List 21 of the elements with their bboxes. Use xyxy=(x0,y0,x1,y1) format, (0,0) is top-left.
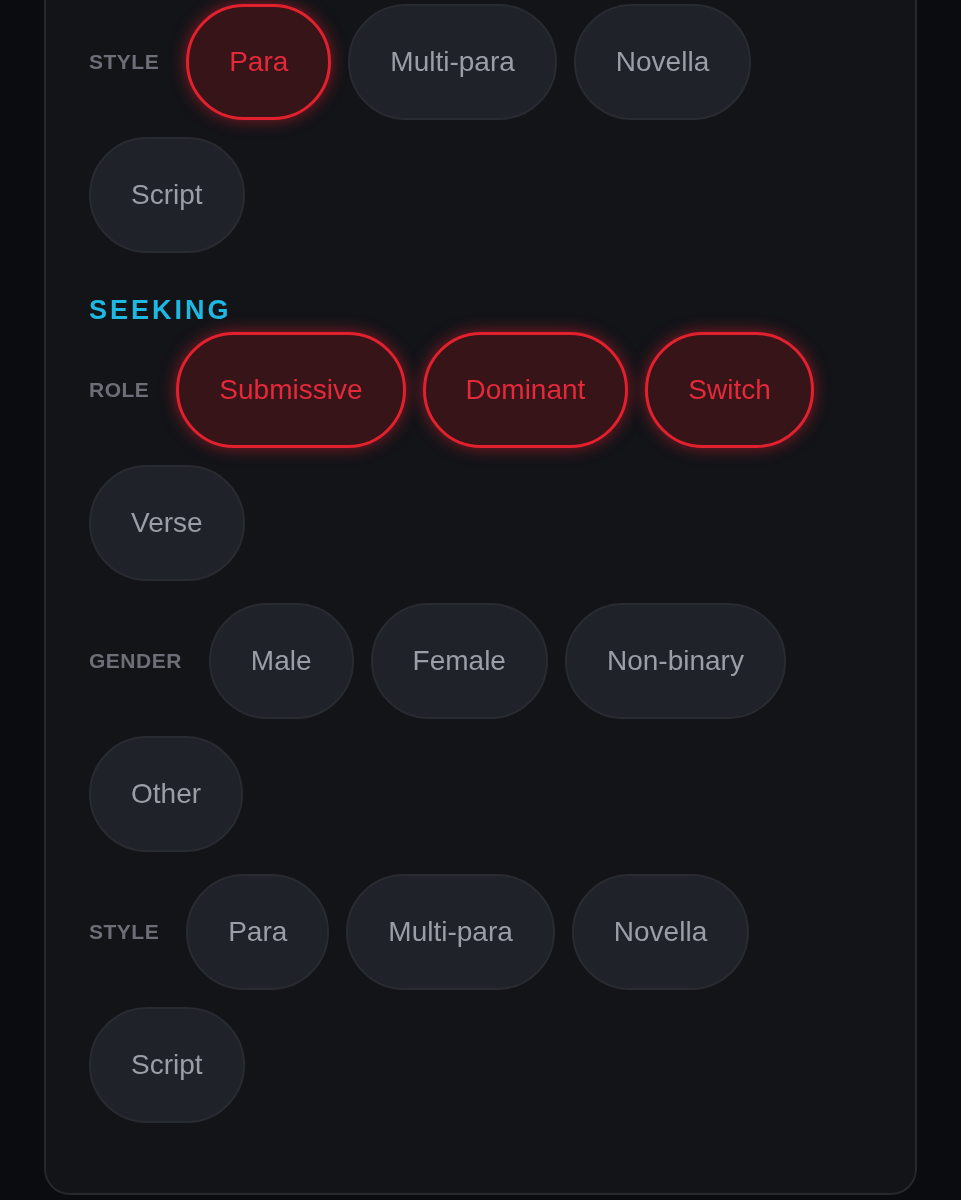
group-label: STYLE xyxy=(89,50,160,74)
option-chip[interactable]: Other xyxy=(89,736,244,852)
option-chip[interactable]: Novella xyxy=(573,4,752,120)
option-chip[interactable]: Script xyxy=(89,137,245,253)
option-chip[interactable]: Male xyxy=(208,603,354,719)
option-chip[interactable]: Novella xyxy=(571,874,750,990)
option-chip[interactable]: Switch xyxy=(645,332,814,448)
option-chip[interactable]: Multi-para xyxy=(348,4,557,120)
section-heading: SEEKING xyxy=(89,295,233,326)
group-label: ROLE xyxy=(89,378,150,402)
option-chip[interactable]: Verse xyxy=(89,465,245,581)
option-chip[interactable]: Para xyxy=(186,4,332,120)
option-chip[interactable]: Female xyxy=(370,603,548,719)
group-label: GENDER xyxy=(89,649,182,673)
option-chip[interactable]: Script xyxy=(89,1007,245,1123)
option-chip[interactable]: Dominant xyxy=(422,332,629,448)
option-chip[interactable]: Submissive xyxy=(176,332,406,448)
option-chip[interactable]: Multi-para xyxy=(346,874,555,990)
option-chip[interactable]: Para xyxy=(186,874,330,990)
group-label: STYLE xyxy=(89,920,160,944)
option-chip[interactable]: Non-binary xyxy=(564,603,786,719)
